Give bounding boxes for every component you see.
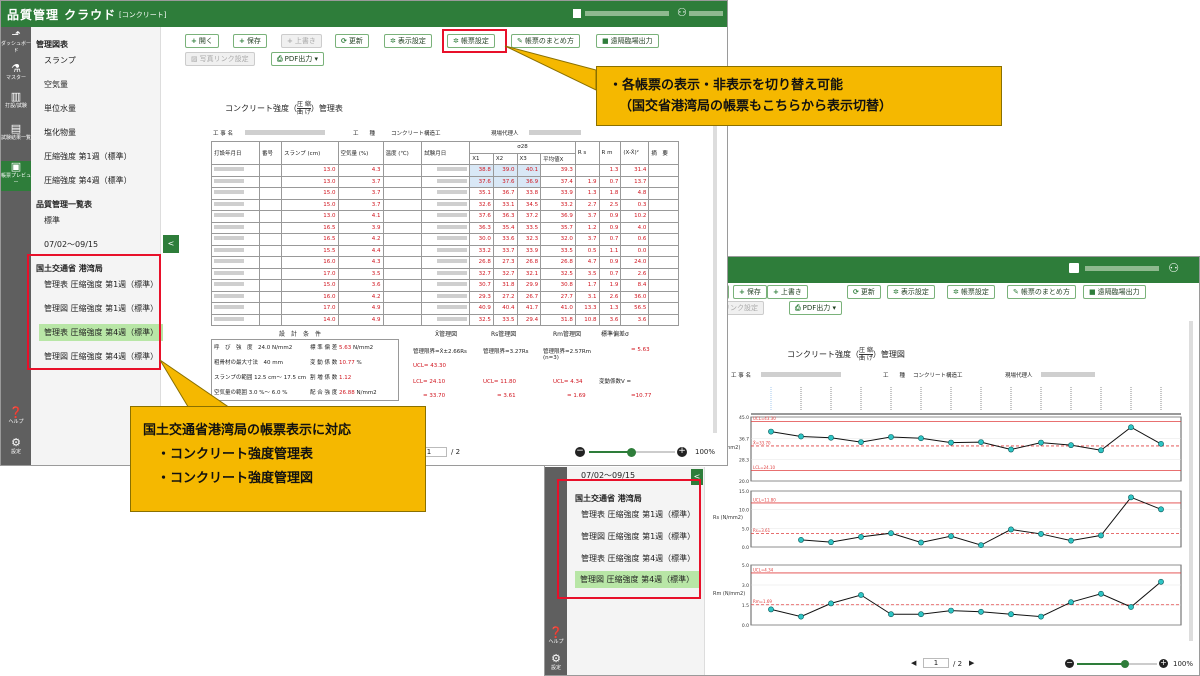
callout-1-pointer xyxy=(504,45,597,91)
callout-2-line-2: ・コンクリート強度管理表 xyxy=(157,447,314,462)
callout-2-pointer xyxy=(159,359,232,411)
callout-report-settings: ・各帳票の表示・非表示を切り替え可能 （国交省港湾局の帳票もこちらから表示切替） xyxy=(596,66,1002,126)
callout-mlit-reports: 国土交通省港湾局の帳票表示に対応 ・コンクリート強度管理表 ・コンクリート強度管… xyxy=(130,406,426,512)
callout-2-line-1: 国土交通省港湾局の帳票表示に対応 xyxy=(143,423,352,438)
callout-1-line-2: （国交省港湾局の帳票もこちらから表示切替） xyxy=(619,99,893,114)
callout-2-line-3: ・コンクリート強度管理図 xyxy=(157,471,314,486)
callout-1-line-1: ・各帳票の表示・非表示を切り替え可能 xyxy=(609,78,844,93)
